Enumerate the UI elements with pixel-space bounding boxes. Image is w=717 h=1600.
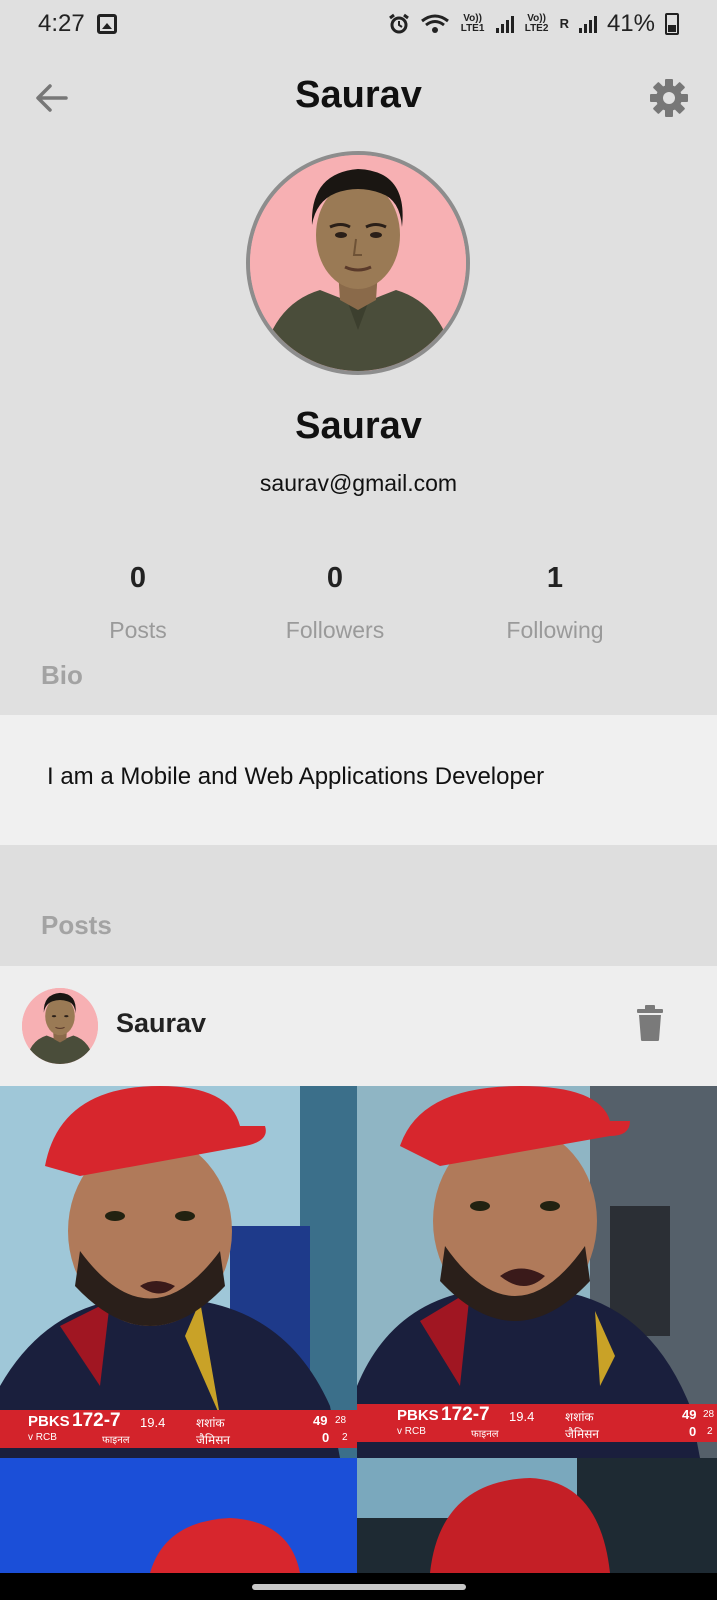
stat-posts-value: 0 [129,562,147,594]
scoreboard-b2-runs: 0 [689,1424,697,1439]
roaming-indicator: R [559,16,569,31]
battery-percent: 41% [606,10,655,37]
post-header: Saurav [0,966,717,1086]
profile-avatar[interactable] [246,151,470,375]
scoreboard-batter2: जैमिसन [565,1427,599,1441]
scoreboard-b1-balls: 28 [703,1409,715,1420]
scoreboard-b2-balls: 2 [342,1432,348,1443]
bio-box: I am a Mobile and Web Applications Devel… [0,715,717,845]
gallery-notification-icon [96,14,117,34]
bio-heading: Bio [41,660,83,690]
stat-following-value: 1 [546,562,564,594]
scoreboard-stage: फाइनल [102,1435,130,1446]
status-time: 4:27 [38,10,85,37]
scoreboard-stage: फाइनल [471,1429,499,1440]
settings-button[interactable] [647,76,691,120]
scoreboard-batter1: शशांक [196,1416,225,1430]
delete-post-button[interactable] [635,1004,665,1042]
scoreboard-b2-balls: 2 [707,1426,713,1437]
scoreboard-score: 172-7 [72,1410,121,1431]
trash-icon [637,1005,663,1041]
bio-text: I am a Mobile and Web Applications Devel… [47,763,545,790]
post-author-photo [22,988,98,1064]
home-gesture-handle[interactable] [252,1584,466,1590]
scoreboard-team: PBKS [28,1413,70,1430]
stat-following-label: Following [506,617,604,643]
scoreboard-overs: 19.4 [509,1409,535,1424]
scoreboard-right: PBKS 172-7 19.4 v RCB फाइनल शशांक जैमिसन… [357,1404,717,1442]
scoreboard-opponent: v RCB [397,1426,426,1437]
scoreboard-team: PBKS [397,1407,439,1424]
scoreboard-batter2: जैमिसन [196,1433,230,1447]
posts-heading: Posts [41,910,112,940]
stat-posts-label: Posts [109,617,167,643]
scoreboard-b1-runs: 49 [313,1413,328,1428]
profile-email: saurav@gmail.com [259,470,458,496]
page-title: Saurav [295,74,422,116]
post-photo-collage [0,1086,717,1573]
posts-section [0,845,717,966]
scoreboard-batter1: शशांक [565,1410,594,1424]
status-bar: 4:27 Vo)) LTE1 Vo)) LTE2 R 41% [0,0,717,48]
signal-sim1-icon [495,15,514,33]
stat-followers[interactable]: 0 Followers [235,562,435,644]
scoreboard-b2-runs: 0 [322,1430,330,1445]
scoreboard-opponent: v RCB [28,1432,57,1443]
scoreboard-left: PBKS 172-7 19.4 v RCB फाइनल शशांक जैमिसन… [0,1410,357,1448]
app-bar: Saurav [0,60,717,136]
alarm-icon [388,13,409,34]
post-author-name[interactable]: Saurav [116,1008,206,1039]
battery-icon [665,13,679,35]
wifi-icon [420,14,449,33]
system-nav-bar [0,1573,717,1600]
post-image[interactable]: PBKS 172-7 19.4 v RCB फाइनल शशांक जैमिसन… [0,1086,717,1573]
stat-followers-value: 0 [326,562,344,594]
gear-icon [650,79,688,117]
profile-name: Saurav [295,405,422,447]
scoreboard-score: 172-7 [441,1404,490,1425]
signal-sim2-icon [578,15,597,33]
stat-followers-label: Followers [285,617,385,643]
post-author-avatar[interactable] [22,988,98,1064]
scoreboard-b1-balls: 28 [335,1415,347,1426]
sim2-label: Vo)) LTE2 [524,13,549,34]
scoreboard-b1-runs: 49 [682,1407,697,1422]
stat-posts[interactable]: 0 Posts [38,562,238,644]
stat-following[interactable]: 1 Following [455,562,655,644]
scoreboard-overs: 19.4 [140,1415,166,1430]
sim1-label: Vo)) LTE1 [460,13,485,34]
profile-photo [250,155,466,371]
